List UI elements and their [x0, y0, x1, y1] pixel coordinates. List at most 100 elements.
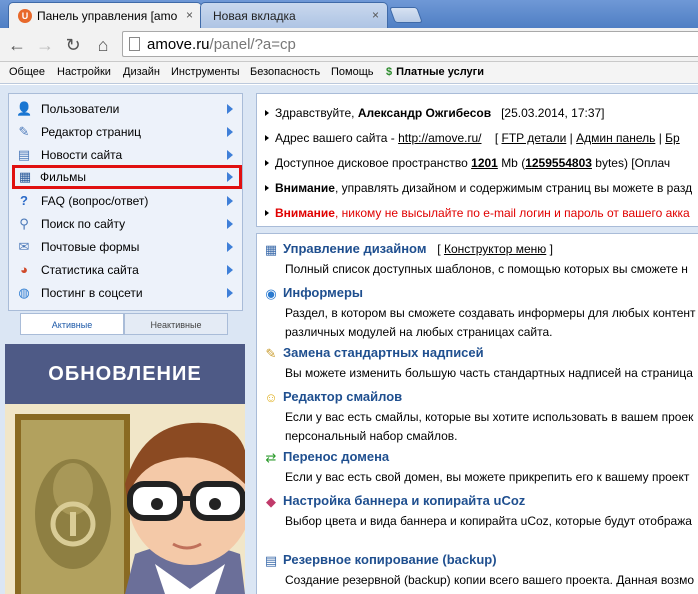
menu-tools[interactable]: Инструменты — [171, 66, 240, 78]
sidebar-item-label: Постинг в соцсети — [41, 286, 143, 300]
menu-design[interactable]: Дизайн — [123, 66, 160, 78]
menu-help[interactable]: Помощь — [331, 66, 374, 78]
backup-icon: ▤ — [264, 553, 278, 568]
warning-password-line: Внимание, никому не высылайте по e-mail … — [265, 206, 690, 220]
sidebar-item-mail-forms[interactable]: ✉ Почтовые формы — [13, 236, 239, 258]
tab-close-icon[interactable]: × — [186, 8, 193, 22]
globe-icon: ◍ — [18, 285, 30, 300]
panel-top-menu: Общее Настройки Дизайн Инструменты Безоп… — [0, 62, 698, 84]
design-sections-panel: ▦ Управление дизайном [ Конструктор меню… — [256, 233, 698, 594]
section-title[interactable]: Управление дизайном [ Конструктор меню ] — [283, 241, 553, 256]
browser-toolbar: ← → ↻ ⌂ amove.ru/panel/?a=cp — [0, 28, 698, 62]
sidebar-item-social-posting[interactable]: ◍ Постинг в соцсети — [13, 282, 239, 304]
film-icon: ▦ — [18, 169, 32, 184]
smiley-icon: ☺ — [264, 390, 278, 405]
bullet-icon — [265, 210, 269, 216]
informer-icon: ◉ — [265, 286, 277, 301]
section-title[interactable]: Настройка баннера и копирайта uCoz — [283, 493, 525, 508]
section-title[interactable]: Резервное копирование (backup) — [283, 552, 497, 567]
user-name: Александр Ожгибесов — [357, 106, 492, 120]
disk-bytes-value: 1259554803 — [525, 156, 592, 170]
sidebar-modules: 👤 Пользователи ✎ Редактор страниц ▤ Ново… — [8, 93, 243, 311]
chevron-right-icon — [227, 288, 233, 298]
sidebar-item-label: Почтовые формы — [41, 240, 140, 254]
warning-design-line: Внимание, управлять дизайном и содержимы… — [265, 181, 692, 195]
sidebar-item-news[interactable]: ▤ Новости сайта — [13, 144, 239, 166]
replace-text-icon: ✎ — [265, 346, 277, 361]
bullet-icon — [265, 110, 269, 116]
menu-general[interactable]: Общее — [9, 66, 45, 78]
chevron-right-icon — [227, 265, 233, 275]
chevron-right-icon — [227, 196, 233, 206]
tab-title: Новая вкладка — [213, 9, 296, 23]
tab-inactive-modules[interactable]: Неактивные — [124, 313, 228, 335]
back-arrow-icon[interactable]: ← — [6, 34, 28, 56]
address-bar[interactable]: amove.ru/panel/?a=cp — [122, 31, 698, 57]
mail-icon: ✉ — [18, 239, 30, 254]
address-url: amove.ru/panel/?a=cp — [147, 36, 296, 53]
banner-character-illustration — [5, 404, 245, 594]
news-icon: ▤ — [17, 147, 31, 162]
truncated-link[interactable]: Бр — [665, 131, 680, 145]
site-address-line: Адрес вашего сайта - http://amove.ru/ [ … — [265, 131, 680, 145]
domain-transfer-icon: ⇄ — [265, 450, 277, 465]
update-banner[interactable]: ОБНОВЛЕНИЕ — [5, 344, 245, 594]
sidebar-item-page-editor[interactable]: ✎ Редактор страниц — [13, 121, 239, 143]
sidebar-item-label: Статистика сайта — [41, 263, 139, 277]
sidebar-item-statistics[interactable]: ◕ Статистика сайта — [13, 259, 239, 281]
chevron-right-icon — [227, 150, 233, 160]
sidebar-item-label: Пользователи — [41, 102, 120, 116]
chart-icon: ◕ — [20, 262, 28, 277]
menu-security[interactable]: Безопасность — [250, 66, 320, 78]
disk-mb-value: 1201 — [471, 156, 498, 170]
admin-panel-link[interactable]: Админ панель — [576, 131, 655, 145]
chevron-right-icon — [227, 127, 233, 137]
chevron-right-icon — [227, 104, 233, 114]
reload-icon[interactable]: ↻ — [62, 34, 84, 56]
ftp-details-link[interactable]: FTP детали — [502, 131, 567, 145]
sidebar-item-films[interactable]: ▦ Фильмы — [12, 165, 242, 189]
section-description: Создание резервной (backup) копии всего … — [285, 573, 695, 587]
design-icon: ▦ — [264, 242, 278, 257]
home-icon[interactable]: ⌂ — [92, 34, 114, 56]
sidebar-item-label: Редактор страниц — [41, 125, 142, 139]
disk-space-line: Доступное дисковое пространство 1201 Mb … — [265, 156, 670, 170]
sidebar-item-label: Фильмы — [40, 170, 86, 184]
sidebar-item-users[interactable]: 👤 Пользователи — [13, 98, 239, 120]
forward-arrow-icon[interactable]: → — [34, 34, 56, 56]
page-edit-icon: ✎ — [18, 124, 30, 139]
section-title[interactable]: Информеры — [283, 285, 363, 300]
section-title[interactable]: Редактор смайлов — [283, 389, 402, 404]
banner-illustration — [5, 404, 245, 594]
bullet-icon — [265, 160, 269, 166]
login-datetime: [25.03.2014, 17:37] — [501, 106, 605, 120]
section-title[interactable]: Замена стандартных надписей — [283, 345, 484, 360]
menu-settings[interactable]: Настройки — [57, 66, 111, 78]
tab-close-icon[interactable]: × — [372, 8, 379, 22]
ucoz-favicon-icon: U — [18, 9, 32, 23]
tab-new-tab[interactable]: Новая вкладка × — [200, 2, 388, 28]
chevron-right-icon — [227, 219, 233, 229]
chevron-right-icon — [227, 172, 233, 182]
section-description: Выбор цвета и вида баннера и копирайта u… — [285, 514, 692, 528]
menu-paid-services[interactable]: $ Платные услуги — [386, 66, 484, 78]
new-tab-button[interactable] — [389, 7, 423, 23]
search-icon: ⚲ — [19, 216, 29, 231]
section-title[interactable]: Перенос домена — [283, 449, 389, 464]
menu-constructor-link[interactable]: Конструктор меню — [444, 242, 546, 256]
sidebar-item-search[interactable]: ⚲ Поиск по сайту — [13, 213, 239, 235]
help-icon: ? — [20, 193, 28, 208]
sidebar-item-label: Поиск по сайту — [41, 217, 126, 231]
chevron-right-icon — [227, 242, 233, 252]
tab-title: Панель управления [amo — [37, 9, 178, 23]
sidebar-item-faq[interactable]: ? FAQ (вопрос/ответ) — [13, 190, 239, 212]
bullet-icon — [265, 135, 269, 141]
tab-control-panel[interactable]: U Панель управления [amo × — [8, 2, 202, 28]
tab-active-modules[interactable]: Активные — [20, 313, 124, 335]
section-description: Полный список доступных шаблонов, с помо… — [285, 262, 688, 276]
sidebar-item-label: Новости сайта — [41, 148, 123, 162]
site-url-link[interactable]: http://amove.ru/ — [398, 131, 481, 145]
dollar-icon: $ — [386, 66, 393, 78]
account-info-panel: Здравствуйте, Александр Ожгибесов [25.03… — [256, 93, 698, 227]
sidebar-filter-tabs: Активные Неактивные — [20, 313, 228, 335]
